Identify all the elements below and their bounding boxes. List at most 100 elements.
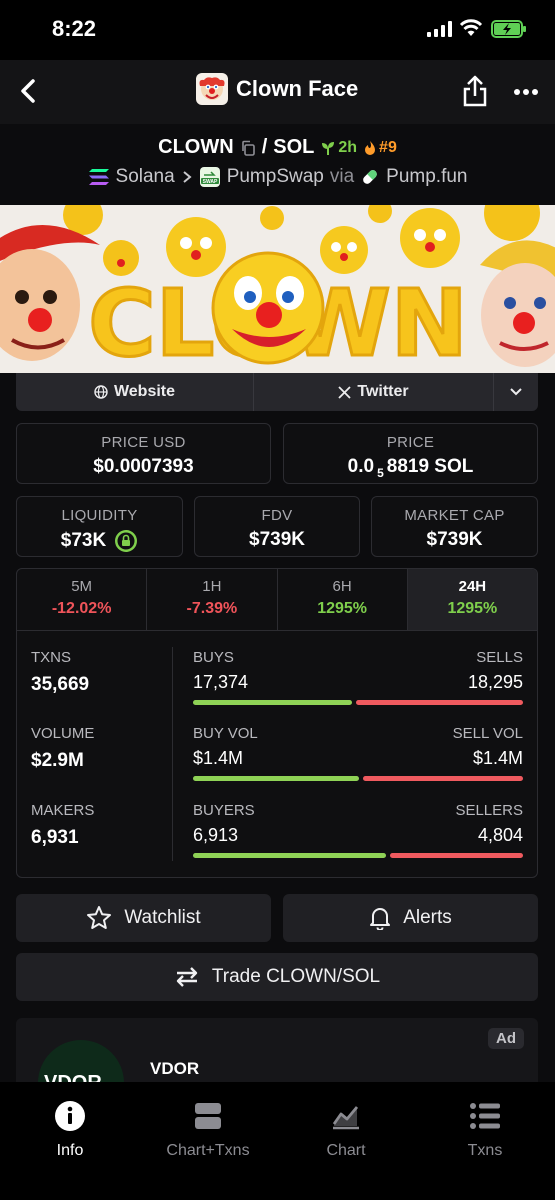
twitter-button[interactable]: Twitter (254, 373, 494, 411)
cellular-signal-icon (427, 21, 452, 37)
tab-1h-label: 1H (202, 578, 222, 595)
sell-bar-fill (355, 700, 523, 705)
share-icon[interactable] (461, 74, 489, 108)
makers-label: MAKERS (31, 802, 95, 819)
tab-1h[interactable]: 1H -7.39% (147, 569, 278, 630)
price-native-value: 0.0 5 8819 SOL (284, 456, 537, 480)
sell-volume-label: SELL VOL (452, 725, 523, 742)
fdv-value: $739K (249, 529, 305, 550)
dex-name[interactable]: PumpSwap (227, 166, 324, 188)
swap-arrows-icon (176, 967, 198, 987)
tab-5m-change: -12.02% (51, 600, 112, 617)
quote-symbol: SOL (273, 136, 315, 158)
alerts-label: Alerts (403, 907, 452, 928)
ad-title: VDOR (150, 1059, 200, 1078)
market-cap-label: MARKET CAP (404, 507, 505, 524)
trending-rank: #9 (379, 138, 397, 156)
nav-chart-label: Chart (326, 1142, 366, 1159)
txns-value: 35,669 (31, 674, 90, 695)
watchlist-button[interactable]: Watchlist (16, 894, 271, 942)
split-view-icon (195, 1103, 221, 1129)
base-symbol: CLOWN (158, 136, 234, 158)
chevron-right-icon (183, 171, 192, 183)
tab-5m[interactable]: 5M -12.02% (17, 569, 148, 630)
tab-24h-label: 24H (458, 578, 487, 595)
watchlist-label: Watchlist (124, 907, 201, 928)
status-time: 8:22 (52, 16, 97, 41)
more-links-dropdown[interactable] (494, 373, 538, 411)
token-banner-image: CLOWN (0, 205, 555, 373)
nav-info[interactable]: Info (0, 1100, 140, 1160)
buyers-value: 6,913 (193, 825, 239, 845)
makers-metric: MAKERS 6,931 (31, 802, 94, 849)
website-label: Website (113, 383, 176, 400)
launchpad-name[interactable]: Pump.fun (386, 166, 467, 188)
nav-info-label: Info (56, 1142, 84, 1159)
globe-icon (94, 385, 108, 399)
chart-icon (332, 1106, 359, 1130)
more-options-icon[interactable] (513, 88, 539, 96)
list-icon (470, 1103, 500, 1129)
buy-volume-bar-fill (193, 776, 360, 781)
market-cap-card: MARKET CAP $739K (371, 496, 538, 557)
buys-value: 17,374 (193, 672, 249, 692)
buy-volume-value: $1.4M (193, 748, 244, 768)
pair-info: CLOWN / SOL 2h #9 Solana SWAP PumpSwap v… (0, 124, 555, 206)
chain-name[interactable]: Solana (116, 166, 175, 188)
copy-icon[interactable] (240, 140, 256, 156)
fdv-card: FDV $739K (194, 496, 360, 557)
ad-card[interactable]: VDOR VDOR Ad (16, 1018, 538, 1088)
website-button[interactable]: Website (16, 373, 254, 411)
nav-chart-txns[interactable]: Chart+Txns (138, 1100, 278, 1160)
tab-24h[interactable]: 24H 1295% (407, 569, 537, 630)
ad-badge: Ad (488, 1028, 524, 1049)
tab-24h-change: 1295% (447, 600, 498, 617)
status-bar: 8:22 (0, 0, 555, 60)
price-native-prefix: 0.0 (347, 456, 375, 477)
fdv-label: FDV (261, 507, 293, 524)
trade-button[interactable]: Trade CLOWN/SOL (16, 953, 538, 1001)
trending-rank-badge: #9 (363, 139, 397, 157)
nav-txns[interactable]: Txns (415, 1100, 555, 1160)
timeframe-tabs: 5M -12.02% 1H -7.39% 6H 1295% 24H 1295% (17, 569, 537, 631)
volume-bar (193, 776, 523, 781)
sellers-bar-fill (389, 853, 523, 858)
twitter-label: Twitter (357, 383, 409, 400)
buy-volume-label: BUY VOL (193, 725, 258, 742)
nav-txns-label: Txns (467, 1142, 503, 1159)
clown-face-illustration (211, 251, 325, 365)
price-usd-label: PRICE USD (101, 434, 186, 451)
price-native-card: PRICE 0.0 5 8819 SOL (283, 423, 538, 484)
volume-label: VOLUME (31, 725, 95, 742)
makers-value: 6,931 (31, 827, 79, 848)
volume-split: BUY VOL SELL VOL $1.4M $1.4M (193, 725, 523, 781)
via-label: via (329, 166, 355, 187)
alerts-button[interactable]: Alerts (283, 894, 538, 942)
buys-sells-bar (193, 700, 523, 705)
nav-chart[interactable]: Chart (276, 1100, 416, 1160)
pair-age-badge: 2h (320, 139, 357, 157)
lock-icon[interactable] (114, 529, 138, 553)
seedling-icon (322, 141, 335, 155)
info-icon (55, 1101, 85, 1131)
market-cap-value: $739K (426, 529, 483, 550)
bell-icon (370, 908, 391, 930)
ad-logo: VDOR (38, 1040, 124, 1088)
tab-6h-label: 6H (332, 578, 352, 595)
page-title: Clown Face (236, 76, 359, 101)
back-icon[interactable] (14, 76, 44, 106)
price-native-label: PRICE (386, 434, 435, 451)
tab-6h[interactable]: 6H 1295% (278, 569, 408, 630)
top-bar: Clown Face (0, 60, 555, 124)
tab-6h-change: 1295% (317, 600, 368, 617)
trade-label: Trade CLOWN/SOL (211, 966, 381, 987)
sell-volume-value: $1.4M (472, 748, 523, 768)
fire-icon (365, 140, 376, 155)
right-clown-character (480, 240, 555, 367)
price-usd-value: $0.0007393 (93, 456, 194, 477)
nav-chart-txns-label: Chart+Txns (166, 1142, 250, 1159)
sells-label: SELLS (476, 649, 523, 666)
star-icon (87, 906, 112, 929)
token-logo (196, 73, 228, 105)
pumpswap-logo-icon: SWAP (199, 167, 220, 187)
